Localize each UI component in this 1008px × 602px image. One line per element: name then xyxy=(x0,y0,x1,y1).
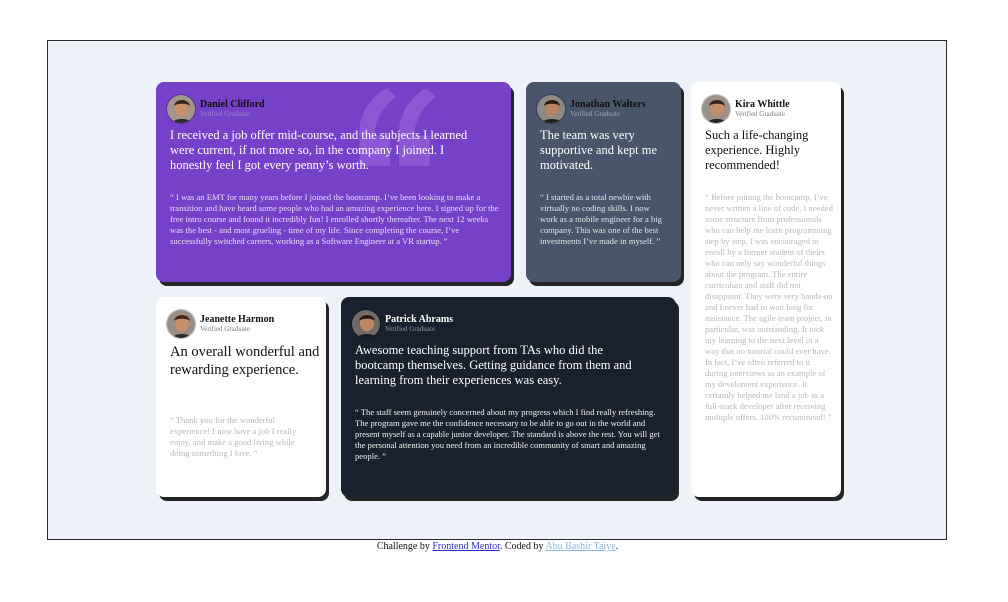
footer-prefix: Challenge by xyxy=(376,541,433,552)
avatar xyxy=(701,94,731,124)
testimonial-body: “ Thank you for the wonderful experience… xyxy=(170,415,297,458)
author-role: Verified Graduate xyxy=(200,110,250,118)
testimonial-headline: I received a job offer mid-course, and t… xyxy=(170,128,468,172)
avatar xyxy=(166,94,196,124)
testimonial-body: “ I was an EMT for many years before I j… xyxy=(170,192,499,246)
frontend-mentor-link[interactable]: Frontend Mentor xyxy=(432,541,500,552)
testimonial-body: “ I started as a total newbie with virtu… xyxy=(540,192,662,246)
testimonial-headline: The team was very supportive and kept me… xyxy=(540,128,657,172)
author-role: Verified Graduate xyxy=(735,110,785,118)
avatar xyxy=(166,309,196,339)
footer-middle: . Coded by xyxy=(499,541,546,552)
author-link[interactable]: Abu Bashir Taiye xyxy=(545,541,615,552)
author-name: Kira Whittle xyxy=(735,99,790,110)
avatar xyxy=(351,309,381,339)
author-role: Verified Graduate xyxy=(570,110,620,118)
testimonial-card-kira: Kira Whittle Verified Graduate Such a li… xyxy=(691,82,841,497)
testimonial-headline: Awesome teaching support from TAs who di… xyxy=(355,343,632,387)
attribution-footer: Challenge by Frontend Mentor. Coded by A… xyxy=(0,541,995,553)
author-name: Daniel Clifford xyxy=(200,99,265,110)
author-name: Patrick Abrams xyxy=(385,314,454,325)
author-name: Jonathan Walters xyxy=(570,99,646,110)
testimonial-card-jonathan: Jonathan Walters Verified Graduate The t… xyxy=(526,82,681,282)
testimonial-card-jeanette: Jeanette Harmon Verified Graduate An ove… xyxy=(156,297,326,497)
testimonials-frame: Daniel Clifford Verified Graduate I rece… xyxy=(47,40,947,540)
author-role: Verified Graduate xyxy=(200,325,250,333)
testimonial-card-patrick: Patrick Abrams Verified Graduate Awesome… xyxy=(341,297,676,497)
testimonial-headline: Such a life-changing experience. Highly … xyxy=(705,128,809,172)
author-role: Verified Graduate xyxy=(385,325,435,333)
avatar xyxy=(536,94,566,124)
testimonial-headline: An overall wonderful and rewarding exper… xyxy=(170,344,320,378)
footer-suffix: . xyxy=(615,541,619,552)
testimonial-card-daniel: Daniel Clifford Verified Graduate I rece… xyxy=(156,82,511,282)
testimonial-body: “ The staff seem genuinely concerned abo… xyxy=(355,407,660,461)
author-name: Jeanette Harmon xyxy=(200,314,275,325)
testimonial-body: “ Before joining the bootcamp, I’ve neve… xyxy=(705,192,833,422)
